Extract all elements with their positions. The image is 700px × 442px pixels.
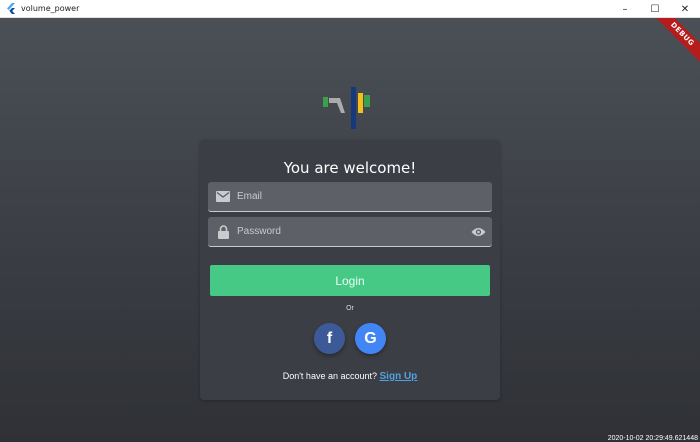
minimize-button[interactable]: –	[610, 0, 640, 18]
login-card: You are welcome! Login Or f G Don't have	[200, 140, 500, 400]
lock-icon	[216, 224, 230, 239]
welcome-heading: You are welcome!	[283, 159, 417, 177]
email-icon	[216, 190, 230, 204]
flutter-icon	[5, 3, 17, 15]
login-button[interactable]: Login	[210, 265, 490, 296]
app-body: DEBUG You are welcome! Login Or f	[0, 18, 700, 442]
window-title: volume_power	[21, 4, 80, 13]
password-field[interactable]	[208, 217, 492, 247]
no-account-text: Don't have an account?	[282, 371, 377, 381]
timestamp-readout: 2020-10-02 20:29:49.621448	[607, 435, 698, 442]
or-divider: Or	[346, 305, 354, 312]
password-input[interactable]	[237, 226, 470, 237]
signup-row: Don't have an account? Sign Up	[200, 371, 500, 382]
close-button[interactable]: ✕	[670, 0, 700, 18]
maximize-button[interactable]: ☐	[640, 0, 670, 18]
facebook-icon: f	[326, 329, 333, 347]
window-controls: – ☐ ✕	[610, 0, 700, 18]
signup-link[interactable]: Sign Up	[380, 371, 418, 382]
google-icon: G	[364, 329, 377, 347]
email-input[interactable]	[237, 191, 492, 202]
facebook-login-button[interactable]: f	[314, 323, 345, 354]
app-logo	[323, 87, 370, 129]
window-titlebar: volume_power – ☐ ✕	[0, 0, 700, 18]
eye-icon[interactable]	[470, 224, 486, 240]
google-login-button[interactable]: G	[355, 323, 386, 354]
debug-banner: DEBUG	[649, 18, 700, 68]
email-field[interactable]	[208, 182, 492, 212]
